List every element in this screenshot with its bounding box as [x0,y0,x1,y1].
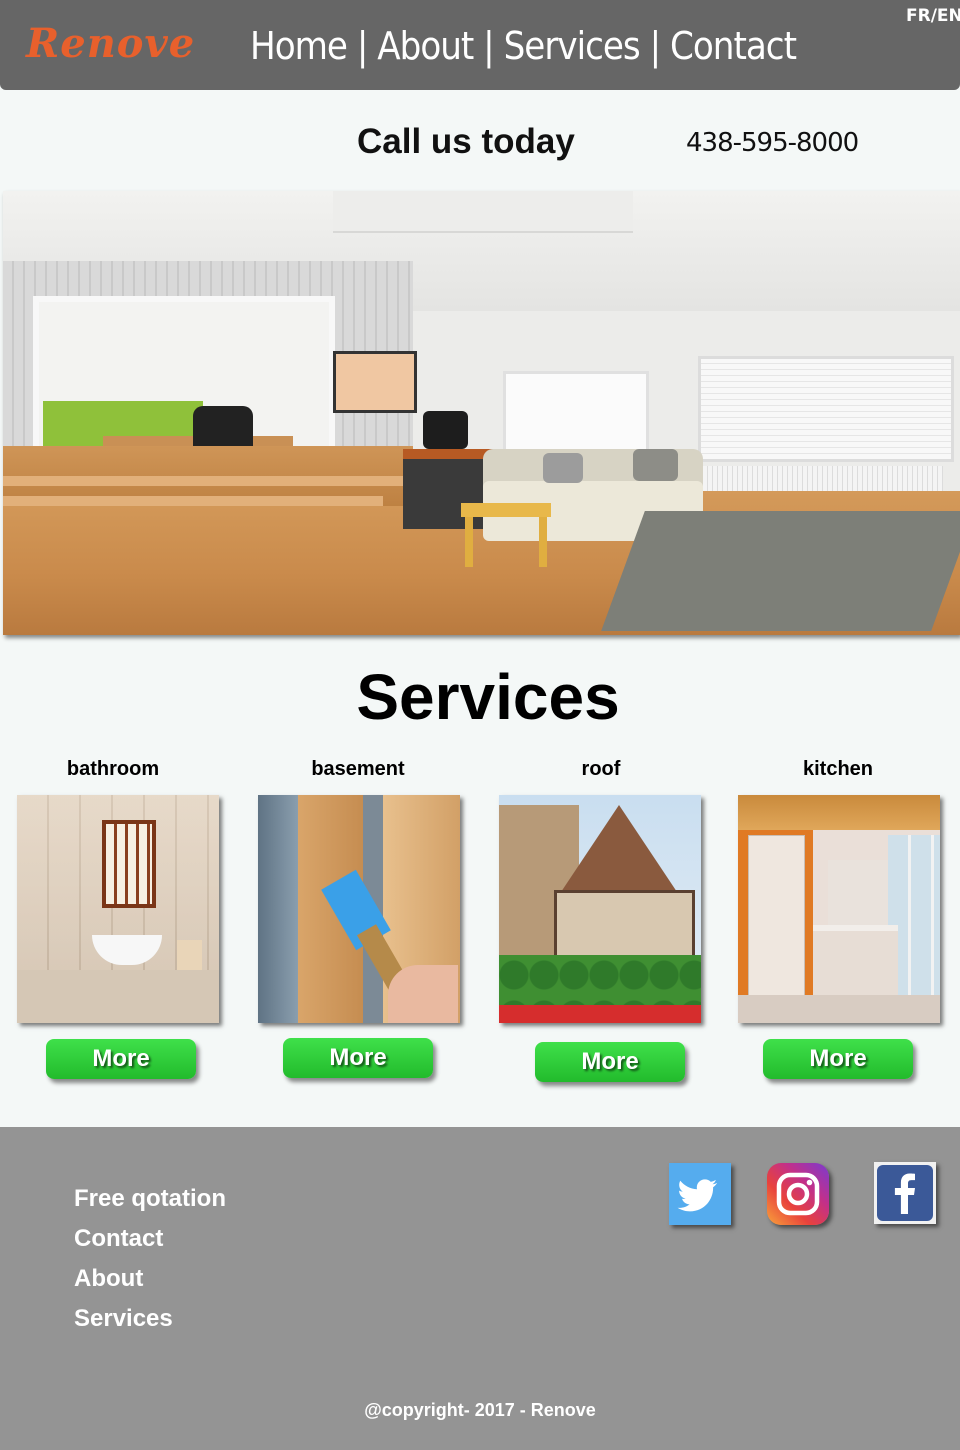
nav-contact[interactable]: Contact [670,24,797,68]
service-label-bathroom: bathroom [66,758,160,780]
language-toggle[interactable]: FR/EN [906,6,960,26]
instagram-icon[interactable] [767,1163,829,1225]
main-nav: Home | About | Services | Contact [250,24,797,68]
footer-link-contact[interactable]: Contact [74,1225,163,1253]
nav-about[interactable]: About [377,24,474,68]
nav-separator: | [483,24,494,68]
footer-link-services[interactable]: Services [74,1305,173,1333]
nav-home[interactable]: Home [250,24,348,68]
roof-image[interactable] [499,795,701,1023]
more-button-roof[interactable]: More [535,1042,685,1082]
service-label-roof: roof [581,758,621,780]
more-button-bathroom[interactable]: More [46,1039,196,1079]
footer-link-about[interactable]: About [74,1265,143,1293]
basement-image[interactable] [258,795,460,1023]
kitchen-image[interactable] [738,795,940,1023]
service-label-basement: basement [311,758,405,780]
facebook-icon[interactable] [874,1162,936,1224]
nav-separator: | [356,24,368,68]
footer-link-free-quotation[interactable]: Free qotation [74,1185,226,1213]
more-button-kitchen[interactable]: More [763,1039,913,1079]
services-heading: Services [356,661,620,733]
copyright-text: @copyright- 2017 - Renove [364,1400,596,1420]
twitter-icon[interactable] [669,1163,731,1225]
phone-number[interactable]: 438-595-8000 [686,128,859,158]
more-button-basement[interactable]: More [283,1038,433,1078]
hero-image [3,191,960,635]
nav-separator: | [649,24,661,68]
nav-services[interactable]: Services [504,24,641,68]
bathroom-image[interactable] [17,795,219,1023]
service-label-kitchen: kitchen [802,758,874,780]
call-us-text: Call us today [357,122,575,161]
site-logo[interactable]: Renove [26,20,195,67]
